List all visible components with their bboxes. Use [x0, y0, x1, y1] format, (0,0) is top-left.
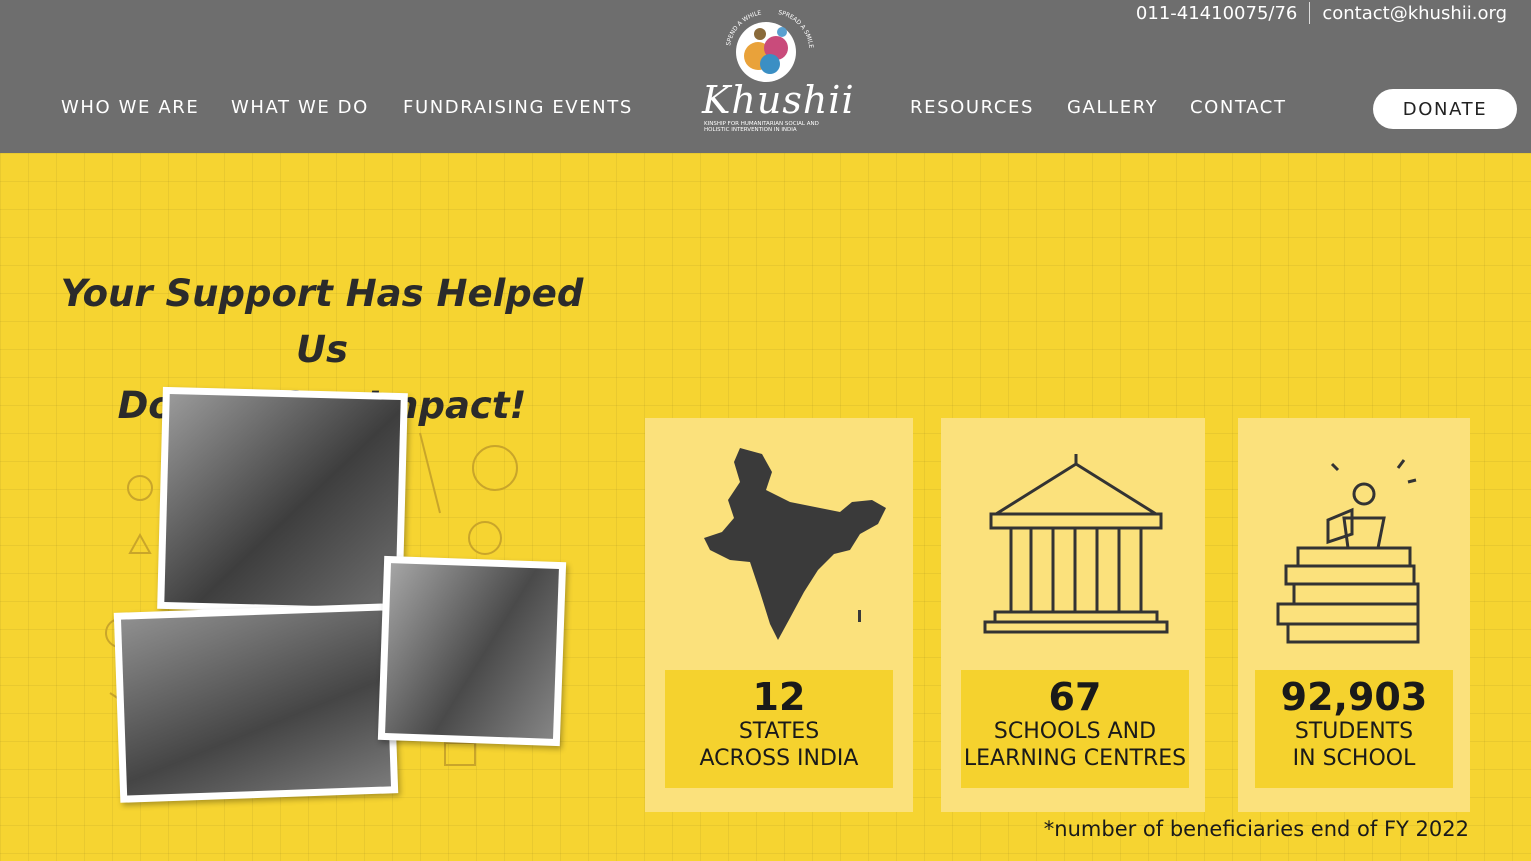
- stat-number-schools: 67: [1048, 675, 1102, 719]
- beneficiaries-footnote: *number of beneficiaries end of FY 2022: [1043, 817, 1469, 841]
- khushii-logo[interactable]: SPEND A WHILE SPREAD A SMILE Khushii KIN…: [700, 4, 854, 142]
- stat-label-students-1: STUDENTS: [1294, 719, 1414, 744]
- nav-gallery[interactable]: GALLERY: [1067, 97, 1158, 118]
- nav-who-we-are[interactable]: WHO WE ARE: [61, 97, 199, 118]
- stat-box-states: 12 STATES ACROSS INDIA: [665, 670, 893, 788]
- logo-subtitle: KINSHIP FOR HUMANITARIAN SOCIAL AND HOLI…: [704, 121, 819, 133]
- contact-divider: [1309, 2, 1311, 24]
- impact-heading-line1: Your Support Has Helped Us: [60, 272, 584, 371]
- nav-what-we-do[interactable]: WHAT WE DO: [231, 97, 369, 118]
- contact-bar: 011-41410075/76 contact@khushii.org: [1136, 2, 1507, 24]
- stat-label-states-1: STATES: [738, 719, 820, 744]
- nav-contact[interactable]: CONTACT: [1190, 97, 1287, 118]
- stat-card-students: 92,903 STUDENTS IN SCHOOL: [1238, 418, 1470, 812]
- stat-card-states: 12 STATES ACROSS INDIA: [645, 418, 913, 812]
- stat-label-schools-1: SCHOOLS AND: [993, 719, 1157, 744]
- photo-girls-outdoors: [113, 603, 399, 803]
- stat-number-states: 12: [752, 675, 806, 719]
- student-books-icon: [1276, 459, 1420, 644]
- school-building-icon: [983, 454, 1169, 634]
- stat-number-students: 92,903: [1280, 675, 1428, 719]
- stat-box-schools: 67 SCHOOLS AND LEARNING CENTRES: [961, 670, 1189, 788]
- stat-label-states-2: ACROSS INDIA: [699, 746, 859, 771]
- photo-girls-group: [157, 386, 408, 616]
- stat-box-students: 92,903 STUDENTS IN SCHOOL: [1255, 670, 1453, 788]
- donate-button[interactable]: DONATE: [1373, 89, 1517, 129]
- site-header: 011-41410075/76 contact@khushii.org WHO …: [0, 0, 1531, 153]
- stat-label-schools-2: LEARNING CENTRES: [963, 746, 1187, 771]
- nav-resources[interactable]: RESOURCES: [910, 97, 1034, 118]
- nav-fundraising-events[interactable]: FUNDRAISING EVENTS: [403, 97, 633, 118]
- email-link[interactable]: contact@khushii.org: [1322, 3, 1507, 24]
- photo-students-classroom: [377, 555, 567, 747]
- india-map-icon: [704, 448, 886, 640]
- logo-emblem-icon: SPEND A WHILE SPREAD A SMILE: [725, 9, 814, 82]
- phone-link[interactable]: 011-41410075/76: [1136, 3, 1297, 24]
- stat-label-students-2: IN SCHOOL: [1292, 746, 1416, 771]
- logo-wordmark: Khushii: [702, 78, 855, 122]
- stat-card-schools: 67 SCHOOLS AND LEARNING CENTRES: [941, 418, 1205, 812]
- impact-section: Your Support Has Helped Us Double Our Im…: [0, 153, 1531, 861]
